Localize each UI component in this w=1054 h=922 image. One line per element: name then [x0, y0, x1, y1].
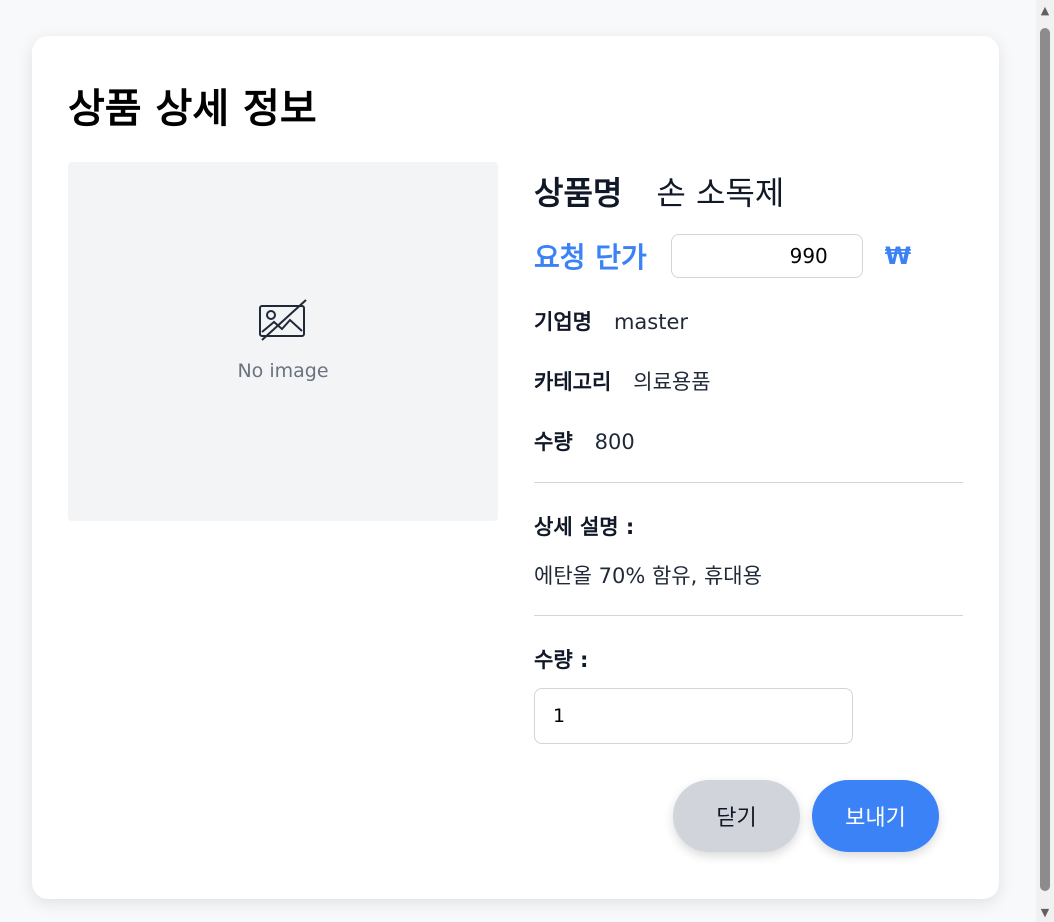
company-value: master	[613, 310, 689, 334]
scroll-down-arrow-icon[interactable]: ▼	[1039, 906, 1051, 920]
product-detail-modal: 상품 상세 정보 No image 상품명 손 소독제 요청 단가 ₩ 기업명 ma…	[32, 36, 999, 899]
order-quantity-label: 수량 :	[534, 648, 589, 672]
category-row: 카테고리 의료용품	[534, 366, 711, 396]
company-label: 기업명	[534, 310, 592, 334]
request-price-row: 요청 단가 ₩	[534, 234, 911, 278]
no-image-label: No image	[237, 360, 329, 382]
send-button[interactable]: 보내기	[812, 780, 939, 852]
product-name-label: 상품명	[534, 174, 623, 212]
product-info: 상품명 손 소독제 요청 단가 ₩ 기업명 master 카테고리 의료용품 수량 80…	[534, 36, 964, 899]
vertical-scrollbar[interactable]: ▲ ▼	[1036, 0, 1054, 922]
modal-title: 상품 상세 정보	[68, 86, 317, 132]
close-button[interactable]: 닫기	[673, 780, 800, 852]
stock-quantity-value: 800	[594, 430, 635, 454]
product-name-value: 손 소독제	[656, 174, 785, 212]
description-value: 에탄올 70% 함유, 휴대용	[534, 564, 762, 588]
product-image-placeholder: No image	[68, 162, 498, 521]
scroll-up-arrow-icon[interactable]: ▲	[1039, 4, 1051, 18]
scrollbar-thumb[interactable]	[1040, 28, 1050, 891]
product-name-row: 상품명 손 소독제	[534, 168, 784, 214]
image-off-icon	[259, 299, 307, 341]
category-label: 카테고리	[534, 370, 612, 394]
category-value: 의료용품	[633, 370, 711, 394]
request-price-label: 요청 단가	[534, 241, 647, 274]
stock-quantity-label: 수량	[534, 430, 573, 454]
divider	[534, 615, 963, 616]
stock-quantity-row: 수량 800	[534, 426, 635, 456]
request-price-input[interactable]	[670, 234, 863, 278]
order-quantity-input[interactable]	[534, 688, 853, 744]
currency-symbol: ₩	[884, 242, 912, 270]
company-row: 기업명 master	[534, 306, 688, 336]
description-label: 상세 설명 :	[534, 515, 635, 539]
divider	[534, 482, 963, 483]
